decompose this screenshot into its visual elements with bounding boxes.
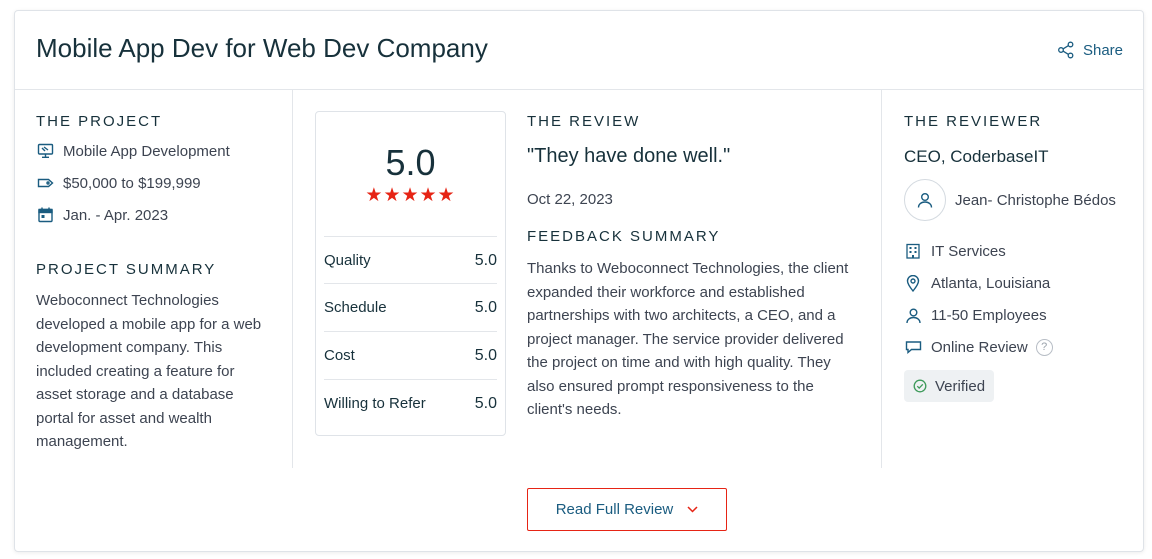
reviewer-review-type: Online Review ? — [904, 338, 1053, 356]
share-icon — [1057, 41, 1083, 59]
location-text: Atlanta, Louisiana — [931, 274, 1051, 292]
project-service: Mobile App Development — [36, 142, 230, 160]
avatar — [904, 179, 946, 221]
project-dates: Jan. - Apr. 2023 — [36, 206, 168, 224]
rating-row-cost: Cost 5.0 — [324, 331, 497, 379]
reviewer-industry: IT Services — [904, 242, 1006, 260]
feedback-summary-heading: FEEDBACK SUMMARY — [527, 228, 721, 245]
reviewer-heading: THE REVIEWER — [904, 113, 1043, 130]
column-divider — [292, 90, 293, 468]
summary-line: portal for asset and wealth — [36, 409, 212, 427]
monitor-icon — [36, 142, 54, 160]
summary-line: development company. This — [36, 339, 223, 356]
rating-row-quality: Quality 5.0 — [324, 236, 497, 284]
feedback-line: also ensured prompt responsiveness to th… — [527, 377, 814, 395]
read-full-review-label: Read Full Review — [555, 501, 674, 518]
project-summary-heading: PROJECT SUMMARY — [36, 261, 217, 278]
project-heading: THE PROJECT — [36, 113, 163, 130]
star-rating: ★★★★★ — [365, 185, 456, 206]
feedback-line: partnerships with two architects, a CEO,… — [527, 307, 836, 324]
summary-line: Weboconnect Technologies — [36, 292, 219, 309]
share-button[interactable]: Share — [1057, 41, 1123, 59]
feedback-line: expanded their workforce and established — [527, 283, 805, 301]
summary-line: management. — [36, 433, 128, 450]
share-label: Share — [1082, 41, 1123, 59]
dates-text: Jan. - Apr. 2023 — [63, 206, 169, 224]
rating-label: Quality — [324, 252, 371, 269]
rating-box: 5.0 ★★★★★ Quality 5.0 Schedule 5.0 Cost … — [315, 111, 506, 436]
page-title: Mobile App Dev for Web Dev Company — [36, 33, 488, 63]
review-card: Mobile App Dev for Web Dev Company Share… — [14, 10, 1144, 552]
column-divider — [881, 90, 882, 468]
budget-text: $50,000 to $199,999 — [63, 174, 201, 192]
tag-icon — [36, 174, 54, 192]
user-icon — [904, 306, 922, 324]
summary-line: developed a mobile app for a web — [36, 315, 262, 333]
help-icon[interactable]: ? — [1035, 338, 1053, 356]
reviewer-name: Jean- Christophe Bédos — [955, 192, 1116, 209]
rating-label: Cost — [324, 347, 355, 364]
rating-label: Willing to Refer — [324, 395, 426, 412]
rating-value: 5.0 — [474, 346, 497, 364]
company-size-text: 11-50 Employees — [931, 306, 1047, 324]
user-icon — [916, 191, 934, 209]
chevron-down-icon — [687, 506, 698, 513]
card-header: Mobile App Dev for Web Dev Company Share — [15, 11, 1143, 90]
review-quote: "They have done well." — [527, 145, 731, 167]
review-date: Oct 22, 2023 — [527, 191, 613, 208]
feedback-line: Thanks to Weboconnect Technologies, the … — [527, 260, 849, 277]
rating-value: 5.0 — [474, 298, 497, 316]
reviewer-location: Atlanta, Louisiana — [904, 274, 1050, 292]
verified-badge: Verified — [904, 370, 995, 402]
feedback-line: client's needs. — [527, 401, 622, 418]
verified-label: Verified — [935, 377, 986, 395]
overall-score: 5.0 — [385, 142, 436, 183]
feedback-summary-text: Thanks to Weboconnect Technologies, the … — [527, 257, 872, 422]
check-circle-icon — [913, 379, 927, 393]
rating-label: Schedule — [324, 299, 387, 316]
review-heading: THE REVIEW — [527, 113, 641, 130]
reviewer-title: CEO, CoderbaseIT — [904, 147, 1049, 166]
location-pin-icon — [904, 274, 922, 292]
chat-icon — [904, 338, 922, 356]
project-summary-text: Weboconnect Technologies developed a mob… — [36, 289, 286, 454]
industry-text: IT Services — [931, 242, 1006, 260]
project-budget: $50,000 to $199,999 — [36, 174, 201, 192]
review-type-text: Online Review — [931, 338, 1028, 356]
rating-value: 5.0 — [474, 394, 497, 412]
rating-value: 5.0 — [474, 251, 497, 269]
calendar-icon — [36, 206, 54, 224]
feedback-line: project manager. The service provider de… — [527, 330, 844, 348]
building-icon — [904, 242, 922, 260]
feedback-line: the project on time and with high qualit… — [527, 354, 831, 371]
reviewer-company-size: 11-50 Employees — [904, 306, 1047, 324]
service-text: Mobile App Development — [63, 142, 230, 160]
summary-line: included creating a feature for — [36, 362, 235, 380]
rating-row-schedule: Schedule 5.0 — [324, 283, 497, 331]
summary-line: asset storage and a database — [36, 386, 234, 403]
read-full-review-button[interactable]: Read Full Review — [527, 488, 727, 531]
rating-row-willing-to-refer: Willing to Refer 5.0 — [324, 379, 497, 427]
